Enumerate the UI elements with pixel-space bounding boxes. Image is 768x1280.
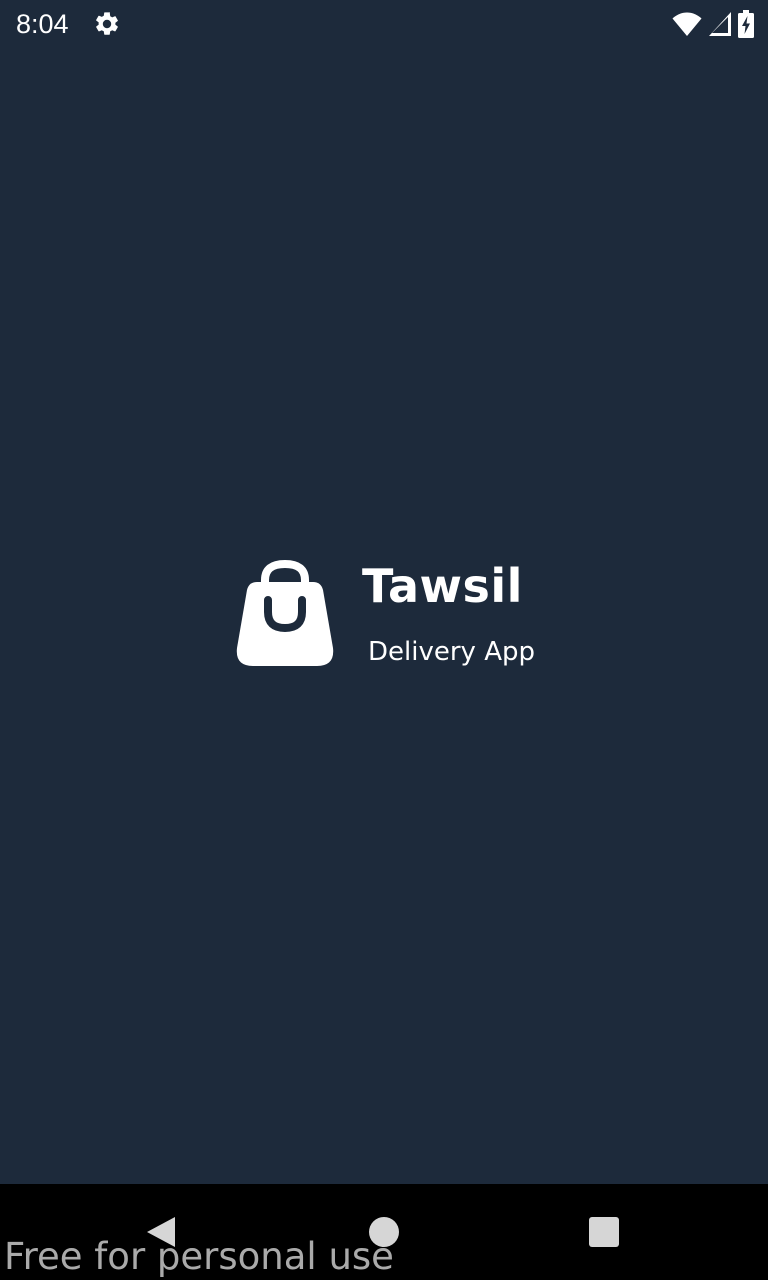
app-tagline: Delivery App: [368, 637, 535, 667]
app-name: Tawsil: [362, 559, 523, 613]
shopping-bag-icon: [235, 559, 335, 670]
splash-content: Tawsil Delivery App: [0, 0, 768, 1184]
recents-icon[interactable]: [589, 1217, 619, 1247]
splash-screen: 8:04 Tawsil Delivery App Free for person…: [0, 0, 768, 1280]
watermark-text: Free for personal use: [4, 1235, 394, 1278]
